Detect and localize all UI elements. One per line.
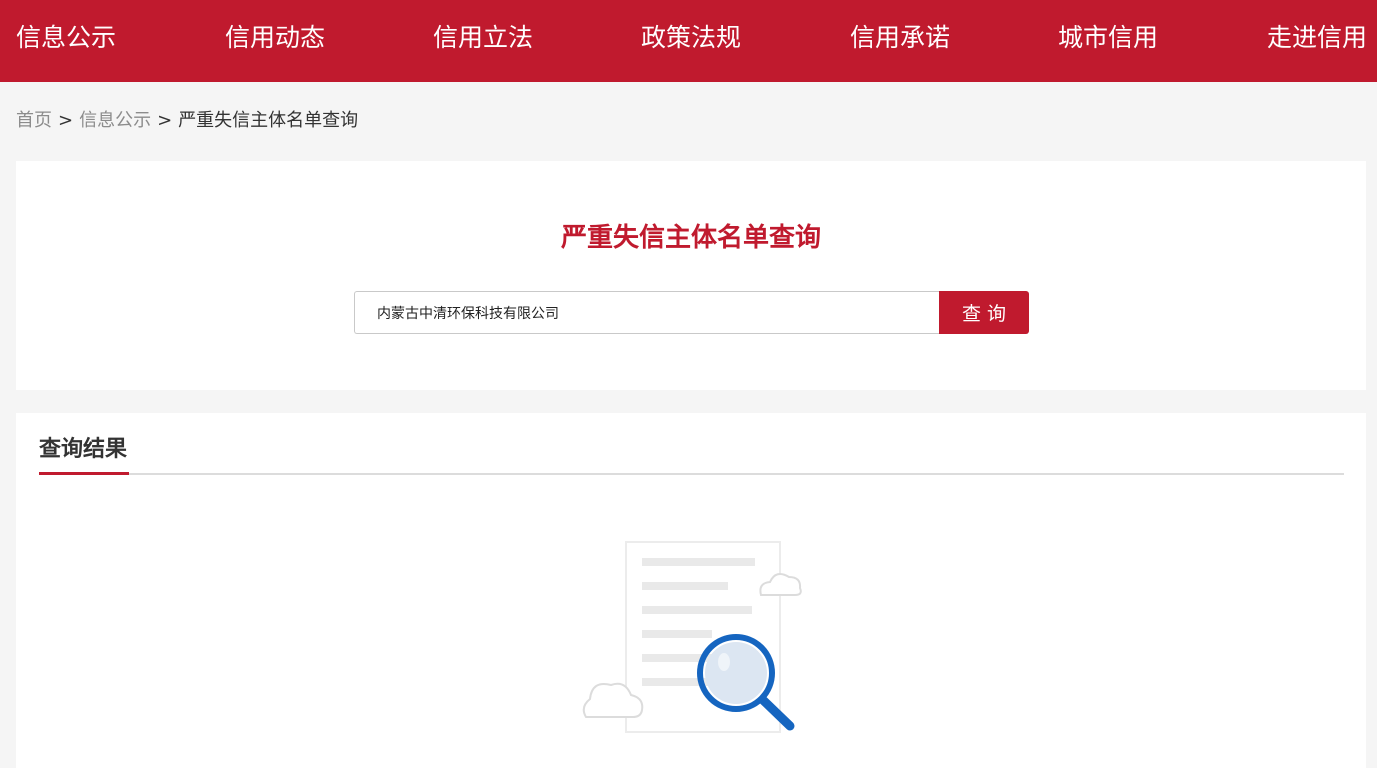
nav-item-credit-legislation[interactable]: 信用立法 <box>433 20 533 56</box>
page-title: 严重失信主体名单查询 <box>560 223 821 253</box>
breadcrumb: 首页 > 信息公示 > 严重失信主体名单查询 <box>16 108 358 134</box>
nav-item-credit-commitment[interactable]: 信用承诺 <box>850 20 950 56</box>
results-header: 查询结果 <box>39 433 1344 475</box>
breadcrumb-current: 严重失信主体名单查询 <box>178 110 359 131</box>
nav-item-info-disclosure[interactable]: 信息公示 <box>16 20 116 56</box>
top-navigation: 信息公示 信用动态 信用立法 政策法规 信用承诺 城市信用 走进信用 <box>0 0 1377 82</box>
breadcrumb-home-link[interactable]: 首页 <box>16 110 52 131</box>
nav-item-about-credit[interactable]: 走进信用 <box>1267 20 1367 56</box>
search-input[interactable] <box>354 291 940 334</box>
search-panel: 严重失信主体名单查询 查询 <box>16 161 1366 390</box>
search-button[interactable]: 查询 <box>939 291 1029 334</box>
results-panel: 查询结果 <box>16 413 1366 768</box>
nav-item-credit-news[interactable]: 信用动态 <box>225 20 325 56</box>
breadcrumb-parent-link[interactable]: 信息公示 <box>79 110 151 131</box>
breadcrumb-separator: > <box>58 110 74 131</box>
nav-item-policies-regulations[interactable]: 政策法规 <box>641 20 741 56</box>
search-document-icon <box>582 541 802 733</box>
results-title: 查询结果 <box>39 433 130 475</box>
nav-item-city-credit[interactable]: 城市信用 <box>1058 20 1158 56</box>
breadcrumb-separator: > <box>157 110 173 131</box>
